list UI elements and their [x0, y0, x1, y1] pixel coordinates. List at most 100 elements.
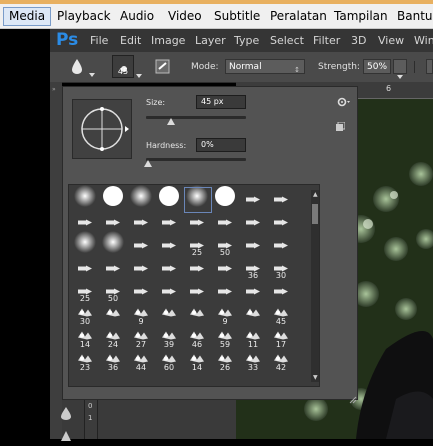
scroll-down-icon[interactable]: ▼	[313, 374, 318, 381]
brush-preset[interactable]: 44	[127, 350, 155, 372]
brush-preset[interactable]	[267, 189, 295, 211]
smudge-tool-icon[interactable]	[70, 58, 84, 78]
ps-menu-edit[interactable]: Edit	[120, 34, 141, 47]
brush-preset[interactable]	[155, 304, 183, 326]
brush-preset[interactable]	[267, 235, 295, 257]
brush-preset[interactable]	[239, 212, 267, 234]
brush-preset[interactable]	[239, 235, 267, 257]
size-slider[interactable]	[146, 116, 246, 119]
brush-preset[interactable]	[211, 281, 239, 303]
brush-preset[interactable]	[71, 258, 99, 280]
brush-preset[interactable]: 9	[211, 304, 239, 326]
brush-preset[interactable]	[155, 185, 183, 211]
brush-preset[interactable]: 17	[267, 327, 295, 349]
brush-preset[interactable]	[155, 235, 183, 257]
brush-preset[interactable]	[127, 235, 155, 257]
ps-menu-layer[interactable]: Layer	[195, 34, 226, 47]
blur-tool-icon[interactable]	[59, 405, 73, 424]
strength-dropdown-button[interactable]	[393, 59, 407, 79]
brush-preset[interactable]: 60	[155, 350, 183, 372]
brush-preset[interactable]	[211, 212, 239, 234]
brush-preset[interactable]: 30	[267, 258, 295, 280]
brush-preset[interactable]	[99, 258, 127, 280]
brush-angle-preview[interactable]	[72, 99, 132, 159]
brush-preset[interactable]: 45	[267, 304, 295, 326]
brush-panel-toggle-icon[interactable]	[155, 59, 170, 78]
brush-preset[interactable]: 33	[239, 350, 267, 372]
brush-preset[interactable]	[127, 185, 155, 211]
scroll-up-icon[interactable]: ▲	[313, 191, 318, 198]
menu-video[interactable]: Video	[168, 9, 202, 23]
brush-preset[interactable]: 42	[267, 350, 295, 372]
brush-preset[interactable]: 59	[211, 327, 239, 349]
brush-preset[interactable]	[155, 281, 183, 303]
brush-preset[interactable]	[155, 258, 183, 280]
size-slider-knob[interactable]	[167, 118, 175, 125]
tool-preset-chevron-icon[interactable]	[89, 63, 95, 82]
brush-preset[interactable]: 50	[211, 235, 239, 257]
preset-grid-scroll-thumb[interactable]	[312, 204, 318, 224]
brush-preset[interactable]	[267, 212, 295, 234]
brush-preset[interactable]	[71, 185, 99, 211]
mode-select[interactable]: Normal ↕	[225, 59, 305, 74]
brush-preset[interactable]: 9	[127, 304, 155, 326]
brush-preset[interactable]	[183, 212, 211, 234]
menu-peralatan[interactable]: Peralatan	[270, 9, 327, 23]
brush-preset[interactable]	[239, 189, 267, 211]
menu-media[interactable]: Media	[3, 7, 52, 26]
new-preset-icon[interactable]	[335, 117, 346, 136]
brush-preset[interactable]	[99, 230, 127, 257]
ps-menu-window[interactable]: Win	[414, 34, 433, 47]
brush-preset[interactable]: 25	[71, 281, 99, 303]
brush-preset[interactable]	[239, 281, 267, 303]
brush-preset[interactable]	[183, 304, 211, 326]
brush-preset[interactable]: 39	[155, 327, 183, 349]
ps-menu-3d[interactable]: 3D	[351, 34, 366, 47]
ps-menu-type[interactable]: Type	[234, 34, 259, 47]
brush-preset[interactable]	[155, 212, 183, 234]
brush-preset[interactable]	[183, 281, 211, 303]
brush-preset[interactable]	[99, 185, 127, 211]
menu-tampilan[interactable]: Tampilan	[334, 9, 388, 23]
brush-preset[interactable]: 30	[71, 304, 99, 326]
brush-preset[interactable]: 14	[71, 327, 99, 349]
brush-preset[interactable]: 50	[99, 281, 127, 303]
brush-preset[interactable]: 26	[211, 350, 239, 372]
menu-playback[interactable]: Playback	[57, 9, 111, 23]
brush-preset[interactable]: 11	[239, 327, 267, 349]
brush-preset[interactable]: 23	[71, 350, 99, 372]
size-field[interactable]: 45 px	[196, 95, 246, 109]
sample-all-layers-checkbox[interactable]	[426, 59, 433, 74]
hardness-slider-knob[interactable]	[144, 160, 152, 167]
ps-menu-filter[interactable]: Filter	[313, 34, 340, 47]
brush-preset[interactable]: 14	[183, 350, 211, 372]
pen-tool-icon[interactable]	[60, 427, 72, 446]
brush-preset[interactable]: 36	[99, 350, 127, 372]
brush-preset[interactable]	[127, 258, 155, 280]
brush-preset[interactable]	[211, 258, 239, 280]
brush-preset[interactable]	[211, 185, 239, 211]
brush-picker-button[interactable]: 45	[112, 55, 134, 78]
strength-field[interactable]: 50%	[363, 59, 391, 74]
hardness-field[interactable]: 0%	[196, 138, 246, 152]
resize-grip-icon[interactable]	[349, 389, 357, 408]
brush-preset[interactable]	[127, 212, 155, 234]
brush-preset[interactable]: 25	[183, 235, 211, 257]
ps-menu-file[interactable]: File	[90, 34, 108, 47]
brush-preset[interactable]	[127, 281, 155, 303]
brush-preset[interactable]	[267, 281, 295, 303]
ps-menu-view[interactable]: View	[378, 34, 404, 47]
brush-preset[interactable]: 24	[99, 327, 127, 349]
brush-preset[interactable]: 46	[183, 327, 211, 349]
gear-icon[interactable]	[337, 92, 351, 111]
brush-preset[interactable]	[183, 258, 211, 280]
ps-menu-select[interactable]: Select	[270, 34, 304, 47]
menu-audio[interactable]: Audio	[120, 9, 154, 23]
brush-preset[interactable]: 27	[127, 327, 155, 349]
menu-bantuan[interactable]: Bantuan	[397, 9, 433, 23]
ps-menu-image[interactable]: Image	[151, 34, 185, 47]
hardness-slider[interactable]	[146, 158, 246, 161]
brush-preset[interactable]: 36	[239, 258, 267, 280]
brush-preset[interactable]	[71, 230, 99, 257]
brush-preset[interactable]	[239, 304, 267, 326]
